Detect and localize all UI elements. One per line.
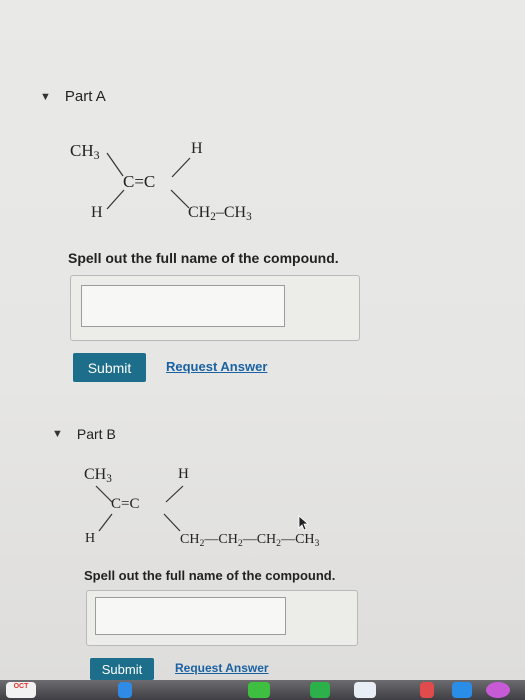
numbers-icon[interactable] [310,682,330,698]
messages-icon[interactable] [248,682,270,698]
part-b-double-bond-center: C=C [111,496,140,512]
part-b-prompt: Spell out the full name of the compound. [84,568,336,583]
part-b-request-answer-link[interactable]: Request Answer [175,661,269,675]
calendar-icon[interactable]: OCT [6,682,36,698]
app-store-icon[interactable] [452,682,472,698]
assignment-page: ▼ Part A CH3 H C=C H CH2–CH3 Spell out t… [0,0,525,680]
part-b-ch3-top-left: CH3 [84,466,112,485]
podcasts-icon[interactable] [486,682,510,698]
mouse-pointer-icon [298,515,310,531]
preview-icon[interactable] [354,682,376,698]
part-b-answer-field[interactable] [95,597,286,635]
app-icon[interactable] [420,682,434,698]
macos-dock: OCT [0,680,525,700]
part-b-butyl-chain: CH2—CH2—CH2—CH3 [180,532,320,549]
part-b-h-bottom-left: H [85,531,96,546]
part-b-h-top-right: H [178,466,189,482]
part-b-submit-button[interactable]: Submit [90,658,154,680]
finder-icon[interactable] [118,682,132,698]
